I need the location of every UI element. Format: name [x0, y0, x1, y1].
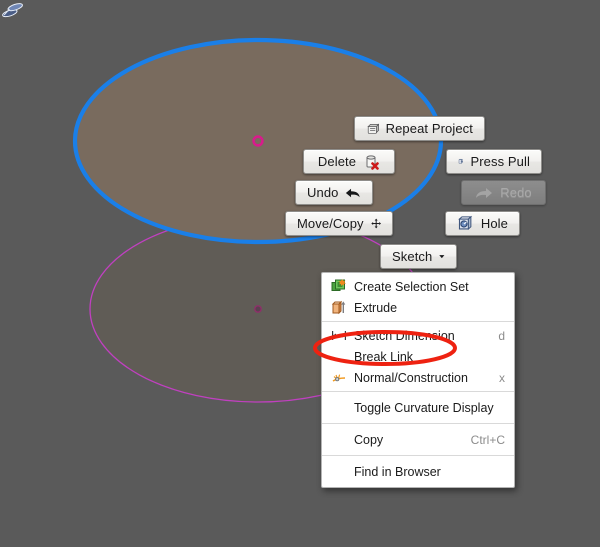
undo-arrow-icon: [346, 188, 361, 197]
chevron-down-icon: [439, 255, 445, 259]
context-menu-item-sketch-dimension[interactable]: Sketch Dimension d: [322, 325, 514, 346]
context-menu-item-find-in-browser[interactable]: Find in Browser: [322, 459, 514, 484]
press-pull-button[interactable]: Press Pull: [446, 149, 542, 174]
delete-button[interactable]: Delete: [303, 149, 395, 174]
context-menu-separator: [322, 455, 514, 456]
context-menu-label: Normal/Construction: [354, 370, 468, 385]
context-menu-separator: [322, 423, 514, 424]
move-copy-icon: [370, 218, 381, 229]
construction-icon: [330, 370, 348, 386]
hole-button[interactable]: Hole: [445, 211, 520, 236]
context-menu-label: Create Selection Set: [354, 279, 469, 294]
hole-label: Hole: [480, 216, 508, 231]
repeat-project-icon: [367, 123, 379, 134]
context-menu-label: Find in Browser: [354, 464, 441, 479]
selection-set-icon: [330, 279, 348, 295]
context-menu-label: Extrude: [354, 300, 398, 315]
extrude-icon: [330, 300, 348, 316]
context-menu-accel: x: [499, 370, 505, 385]
context-menu-label: Sketch Dimension: [354, 328, 455, 343]
move-copy-label: Move/Copy: [297, 216, 364, 231]
repeat-project-label: Repeat Project: [385, 121, 473, 136]
move-copy-button[interactable]: Move/Copy: [285, 211, 393, 236]
no-icon-placeholder: [330, 349, 348, 365]
press-pull-label: Press Pull: [470, 154, 530, 169]
context-menu-separator: [322, 321, 514, 322]
dimension-icon: [330, 328, 348, 344]
unselected-ellipse-center-point[interactable]: [254, 305, 262, 313]
context-menu-item-create-selection-set[interactable]: Create Selection Set: [322, 276, 514, 297]
press-pull-icon: [458, 158, 464, 164]
no-icon-placeholder: [330, 400, 348, 416]
context-menu-item-normal-construction[interactable]: Normal/Construction x: [322, 367, 514, 388]
delete-label: Delete: [317, 154, 357, 169]
context-menu-accel: Ctrl+C: [470, 432, 505, 447]
undo-label: Undo: [307, 185, 339, 200]
sketch-context-menu[interactable]: Create Selection Set Extrude Sketch Dime…: [321, 272, 515, 488]
redo-label: Redo: [500, 185, 532, 200]
context-menu-label: Break Link: [354, 349, 414, 364]
delete-icon: [366, 155, 379, 170]
redo-button[interactable]: Redo: [461, 180, 546, 205]
hole-icon: [458, 215, 473, 231]
context-menu-item-extrude[interactable]: Extrude: [322, 297, 514, 318]
sketch-dropdown-button[interactable]: Sketch: [380, 244, 457, 269]
no-icon-placeholder: [330, 432, 348, 448]
context-menu-item-toggle-curvature-display[interactable]: Toggle Curvature Display: [322, 395, 514, 420]
context-menu-item-break-link[interactable]: Break Link: [322, 346, 514, 367]
context-menu-item-copy[interactable]: Copy Ctrl+C: [322, 427, 514, 452]
context-menu-accel: d: [498, 328, 505, 343]
undo-button[interactable]: Undo: [295, 180, 373, 205]
redo-arrow-icon: [476, 187, 493, 198]
context-menu-separator: [322, 391, 514, 392]
no-icon-placeholder: [330, 464, 348, 480]
repeat-project-button[interactable]: Repeat Project: [354, 116, 485, 141]
context-menu-label: Copy: [354, 432, 384, 447]
sketch-label: Sketch: [392, 249, 433, 264]
selection-gizmo-icon[interactable]: [0, 0, 26, 20]
context-menu-label: Toggle Curvature Display: [354, 400, 494, 415]
